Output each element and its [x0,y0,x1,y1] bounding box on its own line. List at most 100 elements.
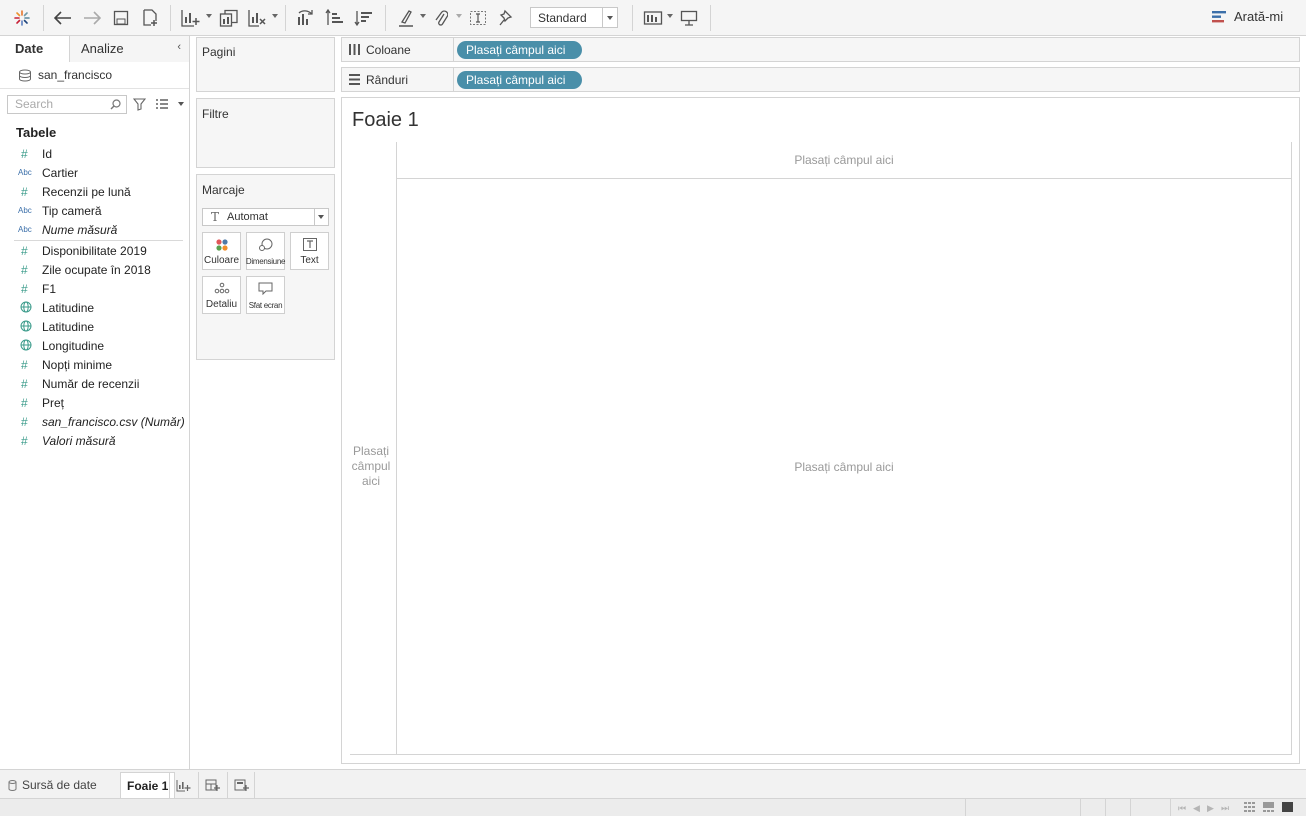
tabs-view-icon[interactable] [1282,802,1293,814]
fit-select-value: Standard [538,10,587,25]
show-labels-icon[interactable] [467,6,489,30]
clear-sheet-icon[interactable] [245,6,269,30]
presentation-icon[interactable] [678,6,700,30]
field-name: Id [42,146,53,161]
field-item[interactable]: # Nopți minime [0,355,189,374]
tab-data[interactable]: Date [0,36,70,62]
show-me-button[interactable]: Arată-mi [1212,9,1283,24]
field-item[interactable]: # Id [0,144,189,163]
show-cards-caret-icon[interactable] [667,14,673,18]
field-list: # Id Abc Cartier # Recenzii pe lună Abc Tip cam… [0,144,189,450]
detail-mark-button[interactable]: Detaliu [202,276,241,314]
field-name: Nume măsură [42,222,118,237]
redo-icon[interactable] [81,6,103,30]
field-drop-zone[interactable]: Plasați câmpul aici [397,460,1291,474]
tab-analytics[interactable]: Analize [70,36,189,62]
new-dashboard-icon [205,779,220,791]
sort-descending-icon[interactable] [352,6,376,30]
tableau-logo-icon[interactable] [10,6,34,30]
fit-select-caret-icon[interactable] [602,8,617,27]
globe-icon [0,320,42,334]
field-item[interactable]: # Zile ocupate în 2018 [0,260,189,279]
sheet-tab-foaie-1[interactable]: Foaie 1 [120,772,176,798]
data-source-item[interactable]: san_francisco [0,62,189,89]
field-item[interactable]: Abc Tip cameră [0,201,189,220]
collapse-pane-icon[interactable]: ‹ [177,41,181,53]
filters-card[interactable]: Filtre [196,98,335,168]
field-item[interactable]: # Preț [0,393,189,412]
filters-card-title: Filtre [202,107,229,121]
new-dashboard-tab-button[interactable] [198,772,226,798]
highlight-icon[interactable] [395,6,417,30]
rows-shelf-label: Rânduri [366,72,409,87]
columns-shelf[interactable]: Coloane Plasați câmpul aici [341,37,1300,62]
field-name: san_francisco.csv (Număr) [42,414,185,429]
duplicate-sheet-icon[interactable] [217,6,241,30]
field-item[interactable]: Abc Nume măsură [0,220,189,239]
sort-ascending-icon[interactable] [323,6,347,30]
sheet-title[interactable]: Foaie 1 [352,109,419,132]
new-worksheet-icon[interactable] [178,6,202,30]
pin-icon[interactable] [496,6,518,30]
mark-type-caret-icon[interactable] [314,209,328,225]
undo-icon[interactable] [52,6,74,30]
field-item[interactable]: # Valori măsură [0,431,189,450]
field-item[interactable]: # Recenzii pe lună [0,182,189,201]
presentation-mode-cards-icon[interactable] [641,6,665,30]
row-drop-zone[interactable]: Plasați câmpul aici [347,444,395,489]
sheet-sorter-view-icon[interactable] [1244,802,1255,814]
view-options-icon[interactable] [155,98,169,110]
size-mark-button[interactable]: Dimensiune [246,232,285,270]
field-item[interactable]: Latitudine [0,298,189,317]
field-item[interactable]: # san_francisco.csv (Număr) [0,412,189,431]
sheet-tab-bar: Sursă de date Foaie 1 [0,769,1306,798]
field-name: Valori măsură [42,433,116,448]
field-item[interactable]: Abc Cartier [0,163,189,182]
new-worksheet-caret-icon[interactable] [206,14,212,18]
fit-select[interactable]: Standard [530,7,618,28]
color-mark-button[interactable]: Culoare [202,232,241,270]
swap-rows-columns-icon[interactable] [294,6,318,30]
number-icon: # [21,433,28,448]
tooltip-mark-button[interactable]: Sfat ecran [246,276,285,314]
number-icon: # [21,376,28,391]
group-caret-icon[interactable] [456,14,462,18]
rows-shelf-label-box: Rânduri [342,68,454,91]
highlight-caret-icon[interactable] [420,14,426,18]
marks-card: Marcaje T Automat Culoare Dimensiune Tex… [196,174,335,360]
filter-icon[interactable] [133,97,146,111]
data-pane: Date Analize ‹ san_francisco Tabele # Id A… [0,36,190,769]
text-mark-button[interactable]: Text [290,232,329,270]
save-icon[interactable] [110,6,132,30]
clear-sheet-caret-icon[interactable] [272,14,278,18]
next-sheet-icon[interactable]: ▶ [1207,803,1214,814]
field-search[interactable] [7,94,127,114]
new-story-tab-button[interactable] [227,772,255,798]
new-story-icon [234,779,249,791]
new-data-source-icon[interactable] [139,6,161,30]
last-sheet-icon[interactable]: ⏭ [1221,803,1229,814]
view-options-caret-icon[interactable] [178,102,184,106]
group-paperclip-icon[interactable] [430,6,452,30]
field-item[interactable]: # Disponibilitate 2019 [0,241,189,260]
show-me-label: Arată-mi [1234,9,1284,24]
filmstrip-view-icon[interactable] [1263,802,1274,814]
field-item[interactable]: # F1 [0,279,189,298]
field-item[interactable]: # Număr de recenzii [0,374,189,393]
rows-drop-pill[interactable]: Plasați câmpul aici [457,70,582,89]
field-item[interactable]: Latitudine [0,317,189,336]
search-input[interactable] [15,97,110,111]
column-drop-zone[interactable]: Plasați câmpul aici [397,153,1291,167]
new-worksheet-tab-button[interactable] [169,772,197,798]
first-sheet-icon[interactable]: ⏮ [1178,803,1186,814]
data-pane-tabs: Date Analize ‹ [0,36,189,62]
data-source-tab[interactable]: Sursă de date [8,772,97,798]
number-icon: # [21,262,28,277]
columns-drop-pill[interactable]: Plasați câmpul aici [457,40,582,59]
rows-shelf[interactable]: Rânduri Plasați câmpul aici [341,67,1300,92]
database-icon [8,779,17,791]
previous-sheet-icon[interactable]: ◀ [1193,803,1200,814]
field-item[interactable]: Longitudine [0,336,189,355]
mark-type-select[interactable]: T Automat [202,208,329,226]
pages-card[interactable]: Pagini [196,37,335,92]
